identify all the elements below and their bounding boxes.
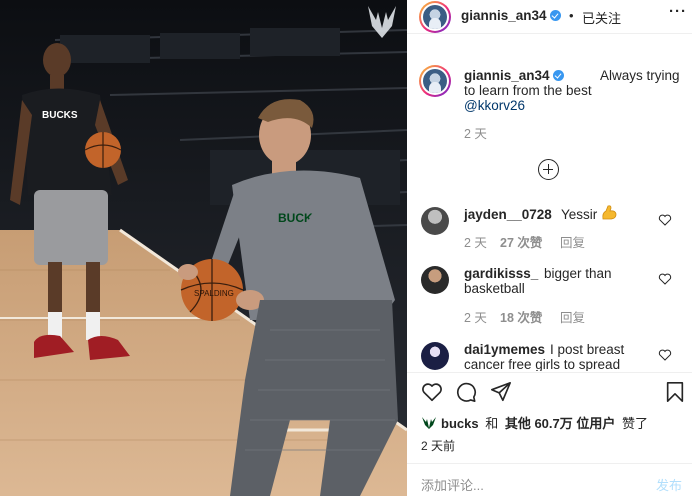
comment-avatar[interactable] — [421, 266, 449, 294]
comment-text-line2: basketball — [464, 281, 525, 296]
heart-icon[interactable] — [421, 381, 443, 403]
following-button[interactable]: 已关注 — [582, 8, 621, 27]
comment-username[interactable]: dai1ymemes — [464, 342, 545, 357]
comment-like-icon[interactable] — [658, 213, 672, 227]
caption-text-line1: Always trying — [600, 68, 680, 83]
comment-avatar[interactable] — [421, 342, 449, 370]
post-actions: bucks 和 其他 60.7万 位用户 赞了 2 天前 添加评论... 发布 — [407, 372, 692, 496]
verified-badge-icon — [552, 70, 564, 81]
more-options-icon[interactable]: ··· — [669, 3, 687, 20]
reply-button[interactable]: 回复 — [560, 232, 585, 251]
save-bookmark-icon[interactable] — [665, 381, 685, 403]
comments-area[interactable]: giannis_an34 Always trying to learn from… — [407, 35, 692, 371]
comment-username[interactable]: jayden__0728 — [464, 207, 552, 222]
caption-avatar[interactable] — [419, 65, 451, 97]
header-username-text[interactable]: giannis_an34 — [461, 8, 547, 23]
header-separator: • — [569, 8, 574, 23]
svg-text:BUCKS: BUCKS — [42, 110, 78, 121]
comment-icon[interactable] — [455, 381, 477, 403]
post-comment-button[interactable]: 发布 — [656, 475, 682, 494]
flexed-biceps-icon — [601, 205, 618, 226]
comment-time[interactable]: 2 天 — [464, 236, 487, 250]
caption-username-text[interactable]: giannis_an34 — [464, 68, 550, 83]
share-icon[interactable] — [490, 381, 512, 403]
comment-likes[interactable]: 27 次赞 — [500, 232, 542, 251]
header-username[interactable]: giannis_an34 — [461, 8, 561, 23]
comment-input[interactable]: 添加评论... — [421, 475, 484, 494]
comment-meta: 2 天 18 次赞 回复 — [464, 307, 585, 326]
add-comment-bar: 添加评论... 发布 — [407, 463, 692, 496]
likes-others[interactable]: 其他 60.7万 位用户 — [505, 416, 616, 431]
likes-suffix: 赞了 — [622, 416, 649, 431]
likes-conj: 和 — [485, 416, 499, 431]
comment-text-line1: I post breast — [550, 342, 625, 357]
comment-like-icon[interactable] — [658, 272, 672, 286]
comment-time[interactable]: 2 天 — [464, 311, 487, 325]
comment-username[interactable]: gardikisss_ — [464, 266, 538, 281]
reply-button[interactable]: 回复 — [560, 307, 585, 326]
post-sidebar: giannis_an34 • 已关注 ··· giannis_an34 Alwa… — [407, 0, 692, 496]
post-header: giannis_an34 • 已关注 ··· — [407, 0, 692, 34]
comment-avatar[interactable] — [421, 207, 449, 235]
comment-text-line1: bigger than — [544, 266, 612, 281]
caption-username[interactable]: giannis_an34 — [464, 68, 564, 83]
post-image: BUCKS BUCKS SPALDING — [0, 0, 407, 496]
caption-mention-link[interactable]: @kkorv26 — [464, 98, 525, 113]
comment-meta: 2 天 27 次赞 回复 — [464, 232, 585, 251]
comment-text: Yessir — [561, 207, 598, 222]
bucks-avatar-icon[interactable] — [421, 416, 437, 430]
svg-text:SPALDING: SPALDING — [194, 289, 234, 298]
caption-timestamp[interactable]: 2 天 — [464, 123, 487, 142]
likes-user[interactable]: bucks — [441, 416, 479, 431]
post-timestamp[interactable]: 2 天前 — [421, 437, 455, 454]
post-photo[interactable]: BUCKS BUCKS SPALDING — [0, 0, 407, 496]
verified-badge-icon — [549, 10, 561, 21]
comment-likes[interactable]: 18 次赞 — [500, 307, 542, 326]
comment-like-icon[interactable] — [658, 348, 672, 362]
header-avatar[interactable] — [419, 1, 451, 33]
comment-text-line2: cancer free girls to spread — [464, 357, 621, 371]
caption-text-line2: to learn from the best — [464, 83, 592, 98]
load-more-comments-icon[interactable] — [538, 159, 559, 180]
likes-summary: bucks 和 其他 60.7万 位用户 赞了 — [421, 413, 648, 432]
